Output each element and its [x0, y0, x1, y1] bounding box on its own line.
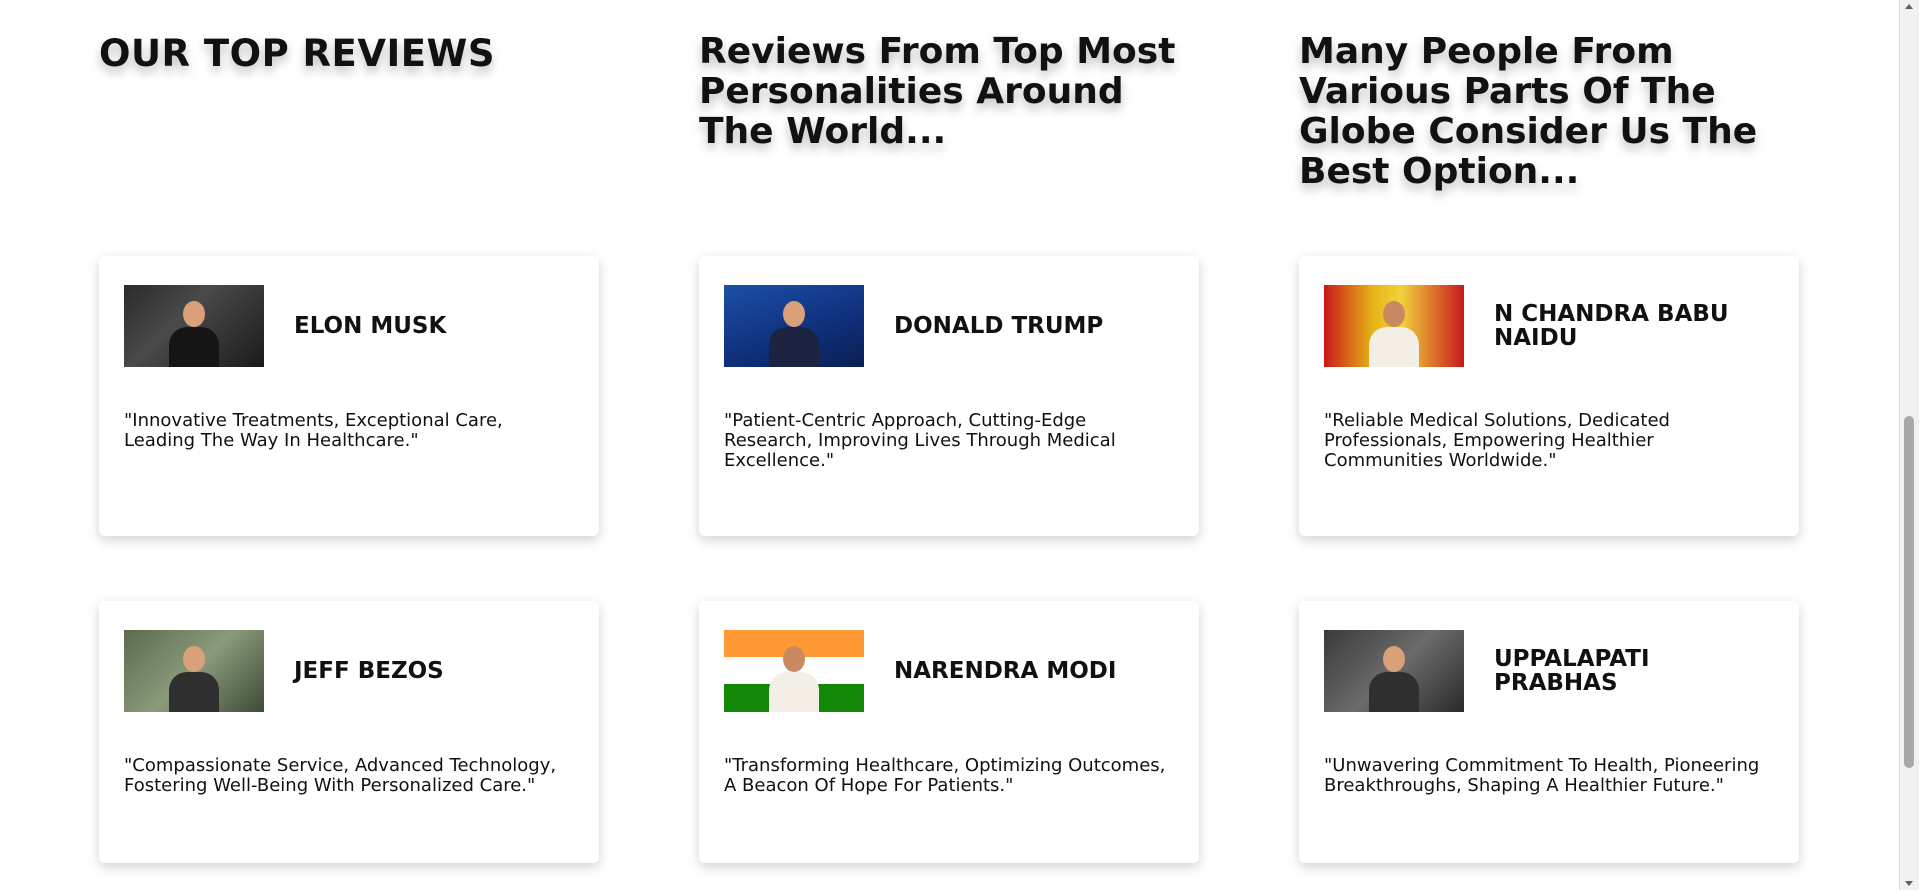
review-quote: "Compassionate Service, Advanced Technol… [124, 755, 557, 796]
reviewer-name: UPPALAPATI PRABHAS [1494, 646, 1650, 696]
review-card-chandra-babu-naidu: N CHANDRA BABU NAIDU "Reliable Medical S… [1299, 256, 1799, 536]
globe-heading: Many People From Various Parts Of The Gl… [1299, 31, 1758, 192]
person-silhouette [167, 297, 221, 367]
review-card-donald-trump: DONALD TRUMP "Patient-Centric Approach, … [699, 256, 1199, 536]
review-card-header: DONALD TRUMP [724, 281, 1174, 371]
person-silhouette [167, 642, 221, 712]
review-card-header: N CHANDRA BABU NAIDU [1324, 281, 1774, 371]
review-card-header: NARENDRA MODI [724, 626, 1174, 716]
review-card-header: UPPALAPATI PRABHAS [1324, 626, 1774, 716]
reviewer-photo [1324, 285, 1464, 367]
scrollbar-thumb[interactable] [1904, 416, 1914, 768]
person-silhouette [1367, 297, 1421, 367]
review-quote: "Unwavering Commitment To Health, Pionee… [1324, 755, 1760, 796]
review-card-jeff-bezos: JEFF BEZOS "Compassionate Service, Advan… [99, 601, 599, 863]
reviews-page: OUR TOP REVIEWS Reviews From Top Most Pe… [0, 0, 1900, 890]
review-quote: "Patient-Centric Approach, Cutting-Edge … [724, 410, 1116, 471]
person-silhouette [767, 297, 821, 367]
page-title: OUR TOP REVIEWS [99, 32, 495, 75]
scroll-down-icon[interactable] [1905, 881, 1913, 886]
person-silhouette [1367, 642, 1421, 712]
review-quote: "Innovative Treatments, Exceptional Care… [124, 410, 503, 451]
reviewer-photo [124, 285, 264, 367]
review-cards: ELON MUSK "Innovative Treatments, Except… [99, 256, 1801, 863]
review-card-header: JEFF BEZOS [124, 626, 574, 716]
reviewer-name: JEFF BEZOS [294, 658, 444, 684]
reviewer-photo [724, 285, 864, 367]
review-card-uppalapati-prabhas: UPPALAPATI PRABHAS "Unwavering Commitmen… [1299, 601, 1799, 863]
reviewer-photo [124, 630, 264, 712]
personalities-heading: Reviews From Top Most Personalities Arou… [699, 31, 1176, 152]
review-quote: "Reliable Medical Solutions, Dedicated P… [1324, 410, 1670, 471]
reviewer-name: DONALD TRUMP [894, 313, 1104, 339]
scroll-up-icon[interactable] [1905, 4, 1913, 9]
review-card-narendra-modi: NARENDRA MODI "Transforming Healthcare, … [699, 601, 1199, 863]
reviewer-name: NARENDRA MODI [894, 658, 1117, 684]
reviewer-name: ELON MUSK [294, 313, 447, 339]
reviewer-photo [1324, 630, 1464, 712]
reviewer-name: N CHANDRA BABU NAIDU [1494, 301, 1729, 351]
reviewer-photo [724, 630, 864, 712]
review-card-header: ELON MUSK [124, 281, 574, 371]
review-card-elon-musk: ELON MUSK "Innovative Treatments, Except… [99, 256, 599, 536]
person-silhouette [767, 642, 821, 712]
reviews-headings: OUR TOP REVIEWS Reviews From Top Most Pe… [99, 32, 1801, 192]
vertical-scrollbar[interactable] [1899, 0, 1919, 890]
review-quote: "Transforming Healthcare, Optimizing Out… [724, 755, 1166, 796]
